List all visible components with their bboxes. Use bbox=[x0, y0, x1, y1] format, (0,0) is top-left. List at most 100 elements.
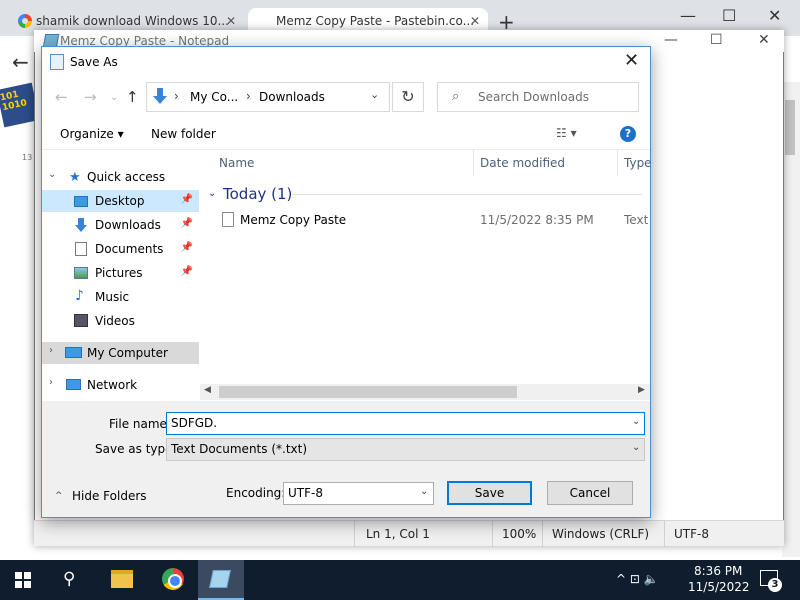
breadcrumb-downloads[interactable]: Downloads bbox=[259, 90, 325, 104]
browser-minimize-button[interactable]: — bbox=[680, 6, 696, 25]
chevron-down-icon[interactable]: ⌄ bbox=[208, 188, 216, 199]
browser-maximize-button[interactable]: ☐ bbox=[722, 6, 736, 25]
taskbar-search-icon[interactable]: ⚲ bbox=[63, 569, 75, 589]
chevron-down-icon[interactable]: ⌄ bbox=[48, 169, 56, 180]
save-type-dropdown-icon[interactable]: ⌄ bbox=[632, 442, 640, 453]
pin-icon[interactable]: 📌 bbox=[181, 218, 193, 229]
scroll-right-icon[interactable]: ▶ bbox=[638, 385, 645, 395]
notepad-minimize-button[interactable]: — bbox=[664, 32, 678, 48]
group-header[interactable]: Today (1) bbox=[223, 185, 292, 203]
group-divider bbox=[292, 194, 642, 195]
save-button[interactable]: Save bbox=[447, 481, 532, 505]
downloads-icon bbox=[75, 218, 87, 232]
status-divider bbox=[354, 521, 355, 547]
chevron-right-icon[interactable]: › bbox=[49, 377, 53, 388]
nav-back-icon[interactable]: ← bbox=[55, 88, 68, 106]
pin-icon[interactable]: 📌 bbox=[181, 194, 193, 205]
nav-up-icon[interactable]: ↑ bbox=[126, 88, 139, 106]
close-tab-icon[interactable]: ✕ bbox=[470, 14, 480, 28]
breadcrumb-my-computer[interactable]: My Co... bbox=[190, 90, 238, 104]
nav-forward-icon[interactable]: → bbox=[84, 88, 97, 106]
help-icon[interactable]: ? bbox=[620, 126, 636, 142]
nav-network[interactable]: › Network bbox=[42, 374, 199, 396]
tab-title: shamik download Windows 10... bbox=[36, 14, 229, 28]
encoding-select[interactable]: UTF-8 bbox=[283, 482, 434, 505]
status-divider bbox=[542, 521, 543, 547]
nav-quick-access[interactable]: ⌄ ★ Quick access bbox=[42, 166, 199, 188]
nav-label: My Computer bbox=[87, 346, 168, 360]
browser-close-button[interactable]: ✕ bbox=[768, 6, 781, 25]
network-icon bbox=[66, 379, 81, 390]
line-number: 13 bbox=[22, 153, 33, 162]
nav-downloads[interactable]: Downloads 📌 bbox=[42, 214, 199, 236]
notepad-maximize-button[interactable]: ☐ bbox=[710, 32, 723, 48]
browser-scrollbar-thumb[interactable] bbox=[785, 100, 795, 155]
computer-icon bbox=[65, 347, 82, 358]
dialog-titlebar bbox=[42, 47, 650, 77]
nav-label: Pictures bbox=[95, 266, 143, 280]
cancel-button[interactable]: Cancel bbox=[547, 481, 633, 505]
nav-my-computer[interactable]: › My Computer bbox=[42, 342, 199, 364]
pin-icon[interactable]: 📌 bbox=[181, 242, 193, 253]
status-divider bbox=[664, 521, 665, 547]
chevron-right-icon[interactable]: › bbox=[49, 345, 53, 356]
videos-icon bbox=[74, 314, 88, 327]
notepad-close-button[interactable]: ✕ bbox=[758, 32, 770, 48]
nav-label: Network bbox=[87, 378, 138, 392]
dialog-close-button[interactable]: ✕ bbox=[624, 50, 639, 71]
column-divider[interactable] bbox=[617, 150, 618, 176]
back-arrow-icon[interactable]: ← bbox=[12, 50, 29, 74]
column-name[interactable]: Name bbox=[219, 156, 254, 170]
dialog-title: Save As bbox=[70, 55, 118, 69]
desktop-icon bbox=[74, 196, 88, 207]
close-tab-icon[interactable]: ✕ bbox=[226, 14, 236, 28]
navigation-pane: ⌄ ★ Quick access Desktop 📌 Downloads 📌 D… bbox=[42, 152, 199, 400]
downloads-arrow-icon bbox=[153, 88, 167, 104]
chrome-icon[interactable] bbox=[162, 568, 184, 590]
nav-pictures[interactable]: Pictures 📌 bbox=[42, 262, 199, 284]
search-icon: ⌕ bbox=[452, 89, 460, 104]
nav-music[interactable]: ♪ Music bbox=[42, 286, 199, 308]
address-dropdown-icon[interactable]: ⌄ bbox=[370, 88, 379, 101]
pin-icon[interactable]: 📌 bbox=[181, 266, 193, 277]
encoding-dropdown-icon[interactable]: ⌄ bbox=[420, 486, 428, 497]
nav-label: Documents bbox=[95, 242, 164, 256]
google-icon bbox=[18, 14, 32, 28]
file-name-label: File name: bbox=[109, 417, 171, 431]
status-line-endings: Windows (CRLF) bbox=[552, 527, 650, 541]
column-divider[interactable] bbox=[473, 150, 474, 176]
nav-label: Quick access bbox=[87, 170, 166, 184]
music-icon: ♪ bbox=[75, 288, 84, 304]
refresh-button[interactable]: ↻ bbox=[392, 82, 424, 112]
column-date-modified[interactable]: Date modified bbox=[480, 156, 565, 170]
nav-videos[interactable]: Videos bbox=[42, 310, 199, 332]
documents-icon bbox=[75, 242, 87, 256]
nav-label: Music bbox=[95, 290, 130, 304]
system-tray-icons[interactable]: ^ ⊡ 🔈 bbox=[616, 572, 659, 586]
save-as-icon bbox=[50, 54, 64, 70]
chevron-right-icon: › bbox=[174, 89, 179, 103]
clock-date[interactable]: 11/5/2022 bbox=[688, 580, 750, 594]
file-name-input[interactable]: SDFGD. bbox=[166, 412, 645, 435]
file-name-dropdown-icon[interactable]: ⌄ bbox=[632, 416, 640, 427]
nav-documents[interactable]: Documents 📌 bbox=[42, 238, 199, 260]
clock-time[interactable]: 8:36 PM bbox=[694, 564, 742, 578]
nav-label: Videos bbox=[95, 314, 135, 328]
file-explorer-icon[interactable] bbox=[111, 570, 133, 588]
star-icon: ★ bbox=[69, 170, 81, 185]
horizontal-scrollbar-thumb[interactable] bbox=[219, 386, 517, 398]
organize-button[interactable]: Organize ▾ bbox=[60, 127, 124, 141]
new-folder-button[interactable]: New folder bbox=[151, 127, 216, 141]
search-placeholder[interactable]: Search Downloads bbox=[478, 90, 589, 104]
scroll-left-icon[interactable]: ◀ bbox=[204, 385, 211, 395]
column-type[interactable]: Type bbox=[624, 156, 652, 170]
nav-desktop[interactable]: Desktop 📌 bbox=[42, 190, 199, 212]
view-options-icon[interactable]: ☷ ▾ bbox=[556, 126, 577, 140]
status-divider bbox=[492, 521, 493, 547]
hide-folders-button[interactable]: Hide Folders bbox=[72, 489, 147, 503]
chevron-up-icon[interactable]: ^ bbox=[55, 491, 63, 501]
save-type-select[interactable]: Text Documents (*.txt) bbox=[166, 438, 645, 461]
file-name[interactable]: Memz Copy Paste bbox=[240, 213, 346, 227]
nav-recent-dropdown-icon[interactable]: ⌄ bbox=[110, 92, 118, 103]
tab-title: Memz Copy Paste - Pastebin.co... bbox=[276, 14, 475, 28]
